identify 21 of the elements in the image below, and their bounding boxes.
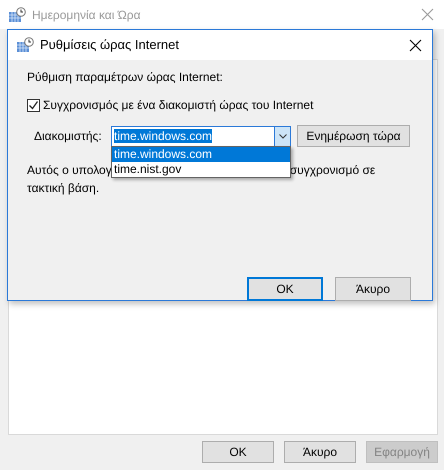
checkbox-label: Συγχρονισμός με ένα διακομιστή ώρας του Internet (43, 97, 314, 114)
server-label: Διακομιστής: (33, 128, 103, 145)
server-field-value: time.windows.com (114, 129, 212, 143)
server-combobox[interactable]: time.windows.com (111, 126, 291, 146)
description-text: Αυτός ο υπολογ (27, 162, 112, 179)
window-title: Ημερομηνία και Ώρα (32, 6, 142, 24)
description-text: τακτική βάση. (27, 180, 100, 197)
close-icon[interactable] (409, 38, 422, 52)
calendar-clock-icon (16, 37, 34, 53)
description-text: συγχρονισμό σε (290, 162, 376, 179)
heading-text: Ρύθμιση παραμέτρων ώρας Internet: (27, 69, 224, 84)
dialog-title: Ρυθμίσεις ώρας Internet (40, 36, 180, 54)
dialog-button[interactable]: OK (202, 441, 274, 463)
calendar-clock-icon (8, 6, 26, 22)
dialog-button[interactable]: OK (247, 277, 323, 301)
dropdown-option[interactable]: time.nist.gov (112, 162, 290, 177)
dropdown-option[interactable]: time.windows.com (112, 147, 290, 162)
update-now-button[interactable]: Ενημέρωση τώρα (297, 125, 410, 147)
dialog-button[interactable]: Άκυρο (335, 277, 411, 301)
checkbox[interactable] (27, 98, 40, 112)
dialog-button[interactable]: Άκυρο (284, 441, 356, 463)
